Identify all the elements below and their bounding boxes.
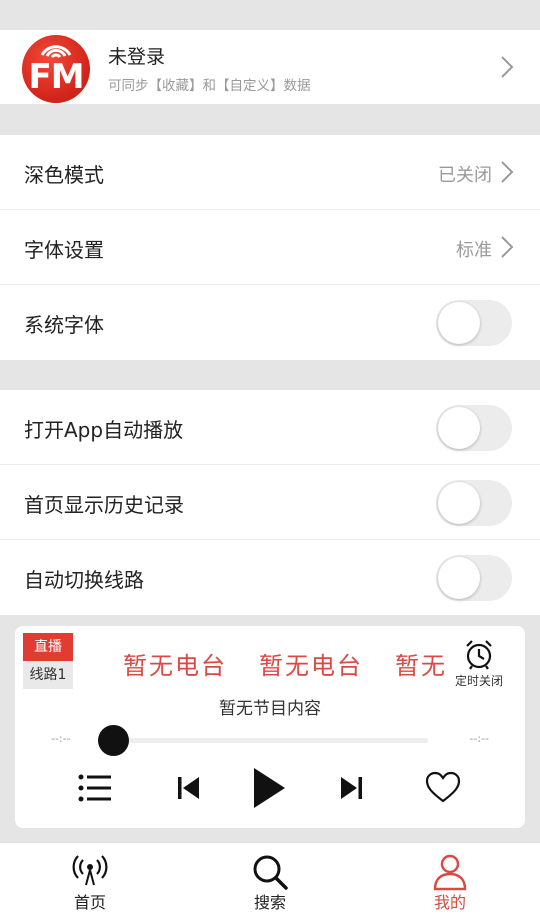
profile-card[interactable]: FM 未登录 可同步【收藏】和【自定义】数据: [0, 30, 540, 104]
toggle-knob: [438, 407, 480, 449]
autoplay-toggle[interactable]: [436, 405, 512, 451]
play-icon: [254, 768, 285, 808]
row-label: 自动切换线路: [24, 568, 144, 592]
nav-home[interactable]: 首页: [30, 843, 150, 924]
settings-row-dark-mode[interactable]: 深色模式 已关闭: [0, 135, 540, 210]
favorite-button[interactable]: [425, 768, 461, 808]
status-bar-area: [0, 0, 540, 30]
chevron-right-icon: [500, 55, 514, 79]
station-marquee: 暂无电台 暂无电台 暂无电台: [123, 646, 449, 680]
show-history-toggle[interactable]: [436, 480, 512, 526]
program-title: 暂无节目内容: [219, 699, 321, 719]
row-value: 已关闭: [438, 165, 492, 186]
settings-row-show-history: 首页显示历史记录: [0, 465, 540, 540]
settings-row-auto-switch-line: 自动切换线路: [0, 540, 540, 615]
play-button[interactable]: [251, 764, 287, 812]
chevron-right-icon: [500, 235, 514, 259]
logo-text: FM: [28, 57, 84, 97]
alarm-clock-icon: [466, 640, 492, 670]
skip-previous-icon: [178, 777, 199, 799]
radio-tower-icon: [72, 855, 108, 886]
settings-group-playback: 打开App自动播放 首页显示历史记录 自动切换线路: [0, 390, 540, 615]
playlist-button[interactable]: [77, 768, 113, 808]
system-font-toggle[interactable]: [436, 300, 512, 346]
settings-row-system-font: 系统字体: [0, 285, 540, 360]
settings-row-autoplay: 打开App自动播放: [0, 390, 540, 465]
station-title: 暂无电台: [395, 652, 449, 680]
toggle-knob: [438, 302, 480, 344]
progress-bar[interactable]: [113, 738, 428, 743]
profile-name: 未登录: [108, 46, 166, 68]
nav-mine[interactable]: 我的: [390, 843, 510, 924]
station-title: 暂无电台: [259, 652, 363, 680]
nav-search[interactable]: 搜索: [210, 843, 330, 924]
nav-label: 首页: [73, 893, 106, 912]
row-label: 系统字体: [24, 313, 104, 337]
toggle-knob: [438, 482, 480, 524]
row-label: 打开App自动播放: [24, 418, 184, 442]
profile-subtitle: 可同步【收藏】和【自定义】数据: [108, 78, 311, 94]
auto-switch-line-toggle[interactable]: [436, 555, 512, 601]
row-label: 首页显示历史记录: [24, 493, 184, 517]
nav-label: 我的: [433, 893, 466, 912]
search-icon: [253, 855, 288, 890]
row-value: 标准: [456, 240, 492, 261]
skip-next-icon: [341, 777, 362, 799]
settings-row-font-size[interactable]: 字体设置 标准: [0, 210, 540, 285]
total-time: --:--: [469, 732, 489, 745]
line-selector[interactable]: 线路1: [23, 661, 73, 689]
sleep-timer-button[interactable]: 定时关闭: [451, 638, 507, 689]
user-icon: [433, 854, 467, 891]
settings-group-display: 深色模式 已关闭 字体设置 标准 系统字体: [0, 135, 540, 360]
mini-player: 直播 线路1 暂无电台 暂无电台 暂无电台 定时关闭 暂无节目内容 --:-- --…: [15, 626, 525, 828]
toggle-knob: [438, 557, 480, 599]
live-badge: 直播: [23, 633, 73, 661]
chevron-right-icon: [500, 160, 514, 184]
previous-button[interactable]: [177, 768, 201, 808]
next-button[interactable]: [339, 768, 363, 808]
heart-icon: [425, 771, 461, 803]
bottom-navigation: 首页 搜索 我的: [0, 842, 540, 924]
list-icon: [78, 774, 111, 802]
nav-label: 搜索: [253, 893, 286, 912]
row-label: 字体设置: [24, 238, 104, 262]
timer-label: 定时关闭: [454, 674, 503, 688]
row-label: 深色模式: [24, 163, 104, 187]
progress-handle[interactable]: [98, 725, 129, 756]
station-title: 暂无电台: [123, 652, 227, 680]
app-logo: FM: [22, 35, 90, 103]
elapsed-time: --:--: [51, 732, 71, 745]
